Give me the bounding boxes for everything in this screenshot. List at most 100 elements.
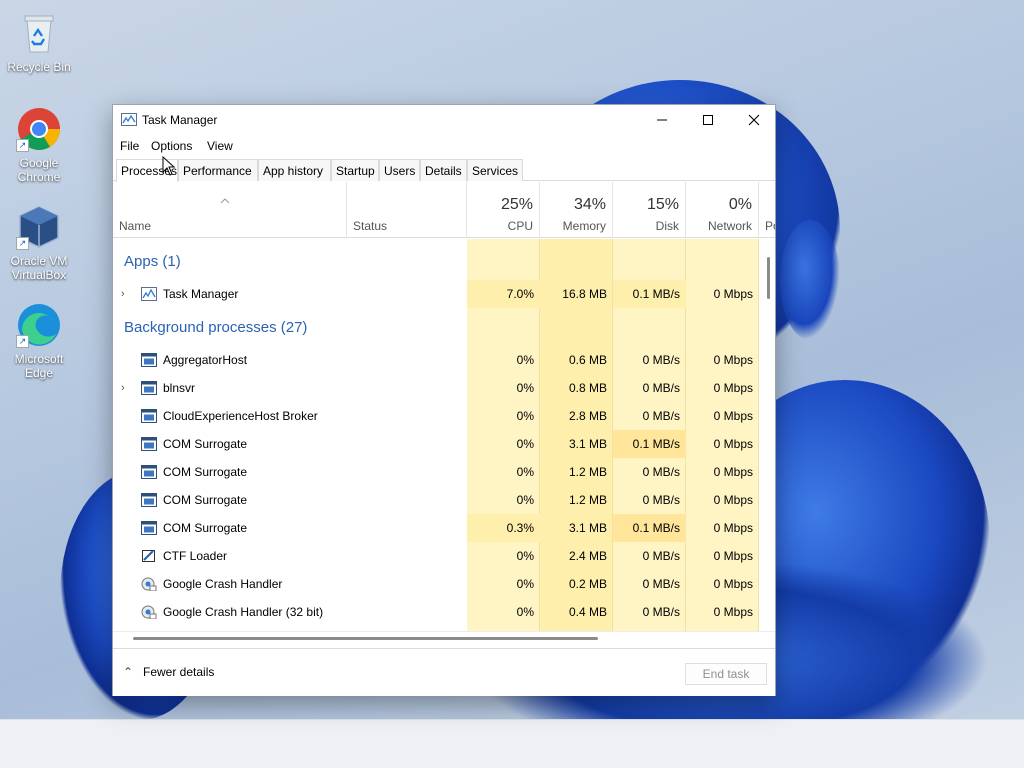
close-icon xyxy=(748,114,760,126)
minimize-button[interactable] xyxy=(639,105,685,135)
process-name: AggregatorHost xyxy=(163,353,248,367)
minimize-icon xyxy=(657,119,667,121)
tab-details[interactable]: Details xyxy=(420,159,467,181)
process-memory: 0.6 MB xyxy=(568,353,607,367)
group-apps[interactable]: Apps (1) xyxy=(113,245,759,279)
maximize-button[interactable] xyxy=(685,105,731,135)
tab-users[interactable]: Users xyxy=(379,159,420,181)
close-button[interactable] xyxy=(731,105,777,135)
vertical-scrollbar[interactable] xyxy=(761,239,775,631)
horizontal-scroll-thumb[interactable] xyxy=(133,637,598,640)
cpu-total: 25% xyxy=(500,196,533,213)
process-memory: 16.8 MB xyxy=(562,287,607,301)
process-disk: 0.1 MB/s xyxy=(613,280,686,308)
process-disk: 0 MB/s xyxy=(642,605,680,619)
process-cpu: 0% xyxy=(516,605,534,619)
menu-file[interactable]: File xyxy=(120,139,139,153)
process-disk: 0 MB/s xyxy=(642,353,680,367)
table-row[interactable]: CTF Loader 0% 2.4 MB 0 MB/s 0 Mbps xyxy=(113,542,759,570)
menu-view[interactable]: View xyxy=(207,139,233,153)
column-header-cpu[interactable]: 25% CPU xyxy=(467,182,540,238)
column-header-network[interactable]: 0% Network xyxy=(686,182,759,238)
column-header-name[interactable]: Name xyxy=(113,182,347,238)
title-bar[interactable]: Task Manager xyxy=(113,105,775,135)
column-header-memory[interactable]: 34% Memory xyxy=(540,182,613,238)
column-power-label: Po xyxy=(765,219,775,233)
table-row[interactable]: CloudExperienceHost Broker 0% 2.8 MB 0 MB/s… xyxy=(113,402,759,430)
group-background-label: Background processes (27) xyxy=(124,319,308,336)
horizontal-scrollbar[interactable] xyxy=(113,631,775,644)
process-window-icon xyxy=(141,409,157,423)
process-cpu: 0% xyxy=(516,549,534,563)
column-status-label: Status xyxy=(353,219,388,233)
maximize-icon xyxy=(703,115,713,125)
tab-startup[interactable]: Startup xyxy=(331,159,379,181)
process-window-icon xyxy=(141,465,157,479)
tab-performance[interactable]: Performance xyxy=(178,159,258,181)
vertical-scroll-thumb[interactable] xyxy=(767,257,770,299)
column-header-disk[interactable]: 15% Disk xyxy=(613,182,686,238)
desktop-icon-chrome[interactable]: ↗ Google Chrome xyxy=(1,106,77,184)
process-name: CloudExperienceHost Broker xyxy=(163,409,318,423)
process-window-icon xyxy=(141,437,157,451)
group-background-processes[interactable]: Background processes (27) xyxy=(113,311,759,345)
desktop-icon-edge[interactable]: ↗ Microsoft Edge xyxy=(1,302,77,380)
process-cpu: 0% xyxy=(516,409,534,423)
process-network: 0 Mbps xyxy=(713,437,753,451)
desktop-icon-virtualbox[interactable]: ↗ Oracle VM VirtualBox xyxy=(1,204,77,282)
desktop-icon-label: Chrome xyxy=(17,170,61,184)
process-disk: 0 MB/s xyxy=(642,381,680,395)
process-name: blnsvr xyxy=(163,381,196,395)
ctf-loader-icon xyxy=(142,550,155,562)
desktop-icon-label: VirtualBox xyxy=(11,268,67,282)
process-network: 0 Mbps xyxy=(713,381,753,395)
table-row[interactable]: COM Surrogate 0% 1.2 MB 0 MB/s 0 Mbps xyxy=(113,458,759,486)
chevron-right-icon[interactable]: › xyxy=(121,374,125,402)
sort-up-icon xyxy=(220,198,230,204)
column-header-power[interactable]: Po xyxy=(759,182,775,238)
table-row[interactable]: › Task Manager 7.0% 16.8 MB 0.1 MB/s 0 M… xyxy=(113,280,759,308)
process-network: 0 Mbps xyxy=(713,465,753,479)
desktop-icon-label: Edge xyxy=(24,366,54,380)
table-row[interactable]: AggregatorHost 0% 0.6 MB 0 MB/s 0 Mbps xyxy=(113,346,759,374)
desktop-icon-recycle-bin[interactable]: Recycle Bin xyxy=(1,10,77,74)
process-window-icon xyxy=(141,381,157,395)
virtualbox-icon: ↗ xyxy=(16,204,62,250)
table-row[interactable]: Google Crash Handler 0% 0.2 MB 0 MB/s 0 Mbps xyxy=(113,570,759,598)
chevron-up-icon: ⌃ xyxy=(123,665,134,679)
column-header-status[interactable]: Status xyxy=(347,182,467,238)
table-row[interactable]: COM Surrogate 0.3% 3.1 MB 0.1 MB/s 0 Mbps xyxy=(113,514,759,542)
chevron-right-icon[interactable]: › xyxy=(121,280,125,308)
table-row[interactable]: › blnsvr 0% 0.8 MB 0 MB/s 0 Mbps xyxy=(113,374,759,402)
process-network: 0 Mbps xyxy=(713,353,753,367)
group-apps-label: Apps (1) xyxy=(124,253,181,270)
fewer-details-button[interactable]: ⌃ Fewer details xyxy=(123,665,214,679)
table-row[interactable]: COM Surrogate 0% 1.2 MB 0 MB/s 0 Mbps xyxy=(113,486,759,514)
tab-app-history[interactable]: App history xyxy=(258,159,331,181)
memory-total: 34% xyxy=(573,196,606,213)
process-name: Google Crash Handler (32 bit) xyxy=(163,605,324,619)
process-memory: 0.8 MB xyxy=(568,381,607,395)
tab-services[interactable]: Services xyxy=(467,159,523,181)
process-cpu: 7.0% xyxy=(467,280,540,308)
disk-total: 15% xyxy=(646,196,679,213)
process-name: COM Surrogate xyxy=(163,437,248,451)
process-memory: 1.2 MB xyxy=(568,493,607,507)
chrome-icon: ↗ xyxy=(16,106,62,152)
menu-options[interactable]: Options xyxy=(151,139,192,153)
task-manager-icon xyxy=(141,287,157,301)
process-memory: 3.1 MB xyxy=(568,437,607,451)
window-title: Task Manager xyxy=(142,113,218,127)
end-task-button[interactable]: End task xyxy=(685,663,767,685)
process-disk: 0.1 MB/s xyxy=(613,514,686,542)
process-name: COM Surrogate xyxy=(163,521,248,535)
process-memory: 2.8 MB xyxy=(568,409,607,423)
process-network: 0 Mbps xyxy=(713,577,753,591)
process-disk: 0 MB/s xyxy=(642,577,680,591)
process-name: Google Crash Handler xyxy=(163,577,283,591)
task-manager-icon xyxy=(121,113,137,126)
menu-bar: File Options View xyxy=(113,135,775,157)
table-row[interactable]: Google Crash Handler (32 bit) 0% 0.4 MB 0 M… xyxy=(113,598,759,626)
process-disk: 0 MB/s xyxy=(642,493,680,507)
table-row[interactable]: COM Surrogate 0% 3.1 MB 0.1 MB/s 0 Mbps xyxy=(113,430,759,458)
